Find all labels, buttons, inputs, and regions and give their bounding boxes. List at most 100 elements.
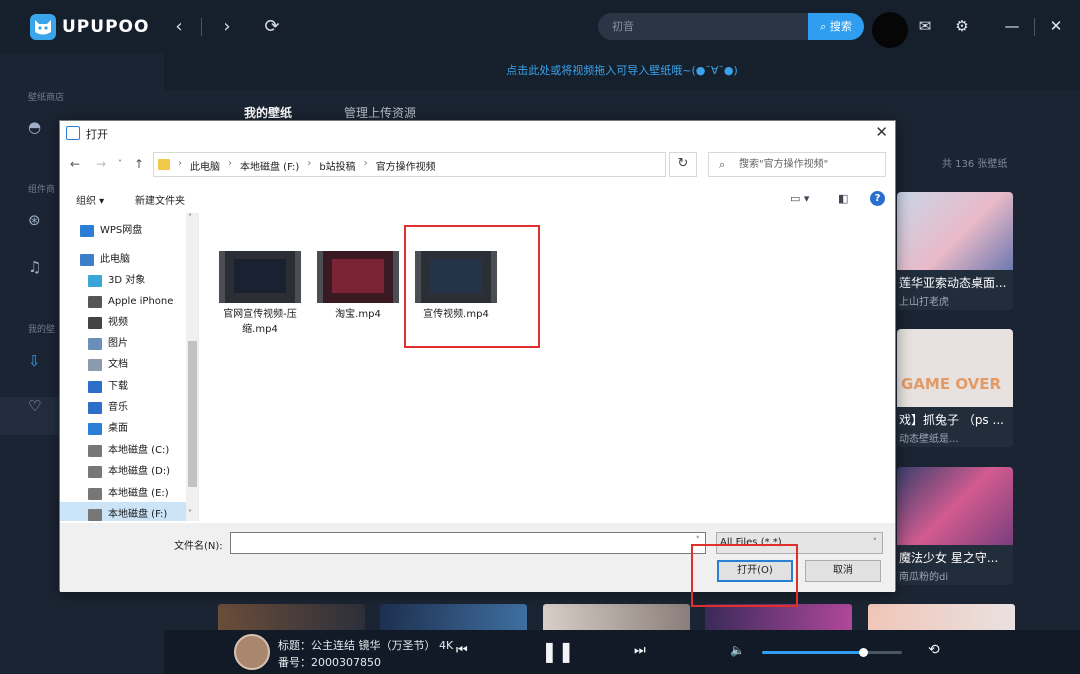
help-icon[interactable]: ?	[870, 191, 885, 206]
app-logo[interactable]: UPUPOO	[30, 14, 149, 40]
heart-icon[interactable]: ♡	[28, 397, 41, 415]
back-icon[interactable]: ‹	[168, 16, 190, 38]
volume-slider[interactable]	[762, 648, 902, 657]
minimize-icon[interactable]: —	[1002, 16, 1022, 36]
navigation-pane: ˄ ˅ WPS网盘此电脑 3D 对象 Apple iPhone 视频图片文档 下载 音乐桌…	[60, 213, 199, 521]
organize-button[interactable]: 组织 ▾	[76, 192, 104, 207]
user-avatar[interactable]	[872, 12, 908, 48]
address-bar[interactable]: › 此电脑 › 本地磁盘 (F:) › b站投稿 › 官方操作视频 ˅	[153, 152, 745, 177]
forward-icon[interactable]: ›	[216, 16, 238, 38]
breadcrumb-separator: ›	[228, 158, 232, 169]
new-folder-button[interactable]: 新建文件夹	[135, 192, 185, 207]
recent-dropdown-icon[interactable]: ˅	[118, 159, 122, 168]
breadcrumb-item[interactable]: 此电脑	[190, 158, 220, 173]
loop-icon[interactable]: ⟲	[928, 642, 940, 658]
search-button[interactable]: ⌕ 搜索	[808, 13, 864, 40]
breadcrumb-item[interactable]: b站投稿	[319, 158, 355, 173]
nav-item[interactable]: 下载	[88, 377, 128, 397]
breadcrumb-item[interactable]: 本地磁盘 (F:)	[240, 158, 299, 173]
wallpaper-card[interactable]: 莲华亚索动态桌面... 上山打老虎	[897, 192, 1013, 310]
nav-scrollbar[interactable]: ˄ ˅	[186, 213, 198, 521]
previous-icon[interactable]: ⏮	[456, 643, 468, 658]
nav-item[interactable]: 本地磁盘 (E:)	[88, 484, 169, 504]
dialog-footer: 文件名(N): ˅ All Files (*.*) ˅ 打开(O) 取消	[60, 523, 895, 607]
pause-icon[interactable]: ❚❚	[541, 639, 575, 663]
nav-item[interactable]: Apple iPhone	[88, 292, 173, 312]
search-button-label: 搜索	[829, 20, 852, 33]
video-icon	[88, 317, 102, 329]
volume-knob[interactable]	[858, 648, 868, 657]
nav-item[interactable]: 桌面	[88, 419, 128, 439]
scroll-up-icon[interactable]: ˄	[188, 213, 192, 222]
nav-item-label: Apple iPhone	[108, 296, 174, 307]
nav-item[interactable]: 文档	[88, 355, 128, 375]
top-bar: UPUPOO ‹ › ⟳ 初音 ⌕ 搜索 ✉ ⚙ — ✕	[0, 0, 1080, 54]
nav-item[interactable]: 此电脑	[80, 250, 130, 270]
dialog-close-icon[interactable]: ✕	[875, 123, 888, 141]
search-input[interactable]: 初音	[598, 13, 810, 40]
tab-manage-uploads[interactable]: 管理上传资源	[344, 104, 416, 121]
planet-icon[interactable]: ◓	[28, 118, 41, 136]
nav-item[interactable]: 音乐	[88, 398, 128, 418]
download-icon	[88, 381, 102, 393]
file-list-area: 官网宣传视频-压缩.mp4 淘宝.mp4 宣传视频.mp4	[200, 213, 895, 521]
nav-item[interactable]: 3D 对象	[88, 271, 145, 291]
breadcrumb-item[interactable]: 官方操作视频	[376, 158, 436, 173]
wallpaper-card[interactable]: 魔法少女 星之守... 南瓜粉的di	[897, 467, 1013, 585]
download-icon[interactable]: ⇩	[28, 352, 41, 370]
card-thumbnail	[897, 192, 1013, 270]
cat-logo-icon	[30, 14, 56, 40]
close-icon[interactable]: ✕	[1046, 16, 1066, 36]
filename-input[interactable]: ˅	[230, 532, 706, 554]
phone-icon	[88, 296, 102, 308]
drive-icon	[88, 445, 102, 457]
chevron-down-icon[interactable]: ˅	[873, 533, 878, 553]
track-avatar[interactable]	[234, 634, 270, 670]
highlight-box-open	[691, 544, 798, 607]
nav-item[interactable]: 本地磁盘 (D:)	[88, 462, 170, 482]
preview-pane-icon[interactable]: ◧	[838, 192, 848, 205]
nav-item[interactable]: WPS网盘	[80, 221, 142, 241]
wallpaper-thumbnail[interactable]	[868, 604, 1015, 630]
nav-item-label: 本地磁盘 (F:)	[108, 509, 168, 520]
import-banner[interactable]: 点击此处或将视频拖入可导入壁纸哦~(●˘∀˘●)	[164, 54, 1080, 90]
up-arrow-icon[interactable]: ↑	[134, 157, 144, 171]
folder-search-input[interactable]: ⌕ 搜索"官方操作视频"	[708, 152, 886, 177]
wallpaper-thumbnail[interactable]	[543, 604, 690, 630]
nav-item-label: WPS网盘	[100, 225, 143, 236]
track-number: 番号：2000307850	[278, 656, 381, 669]
nav-item[interactable]: 图片	[88, 334, 128, 354]
nav-item-label: 本地磁盘 (D:)	[108, 466, 171, 477]
back-arrow-icon[interactable]: ←	[70, 157, 80, 171]
wallpaper-card[interactable]: GAME OVER 戏】抓兔子 （ps ... 动态壁纸是...	[897, 329, 1013, 447]
nav-item-label: 图片	[108, 338, 128, 349]
video-thumbnail-icon	[317, 251, 399, 303]
music-icon[interactable]: ♫	[28, 258, 41, 276]
mute-icon[interactable]: 🔈	[730, 643, 745, 657]
card-art-text: GAME OVER	[901, 375, 1002, 393]
view-mode-icon[interactable]: ▭ ▾	[790, 192, 809, 205]
filename-label: 文件名(N):	[174, 541, 223, 552]
card-author: 动态壁纸是...	[899, 434, 959, 445]
cancel-button[interactable]: 取消	[805, 560, 881, 582]
nav-item[interactable]: 视频	[88, 313, 128, 333]
tab-my-wallpapers[interactable]: 我的壁纸	[244, 104, 292, 121]
forward-arrow-icon[interactable]: →	[96, 157, 106, 171]
refresh-icon[interactable]: ⟳	[261, 16, 283, 38]
file-item[interactable]: 淘宝.mp4	[315, 251, 401, 322]
gear-icon[interactable]: ⚙	[952, 16, 972, 36]
gamepad-icon[interactable]: ⊛	[28, 211, 41, 229]
wallpaper-thumbnail[interactable]	[218, 604, 365, 630]
refresh-icon[interactable]: ↻	[669, 152, 697, 177]
scrollbar-thumb[interactable]	[188, 341, 197, 487]
next-icon[interactable]: ⏭	[634, 643, 646, 658]
open-file-dialog: 打开 ✕ ← → ˅ ↑ › 此电脑 › 本地磁盘 (F:) › b站投稿 › …	[59, 120, 896, 607]
file-item[interactable]: 官网宣传视频-压缩.mp4	[217, 251, 303, 337]
nav-item[interactable]: 本地磁盘 (F:)	[88, 505, 167, 521]
mail-icon[interactable]: ✉	[915, 16, 935, 36]
wallpaper-thumbnail[interactable]	[705, 604, 852, 630]
search-icon: ⌕	[719, 158, 726, 171]
nav-item[interactable]: 本地磁盘 (C:)	[88, 441, 169, 461]
scroll-down-icon[interactable]: ˅	[188, 509, 192, 518]
wallpaper-thumbnail[interactable]	[380, 604, 527, 630]
